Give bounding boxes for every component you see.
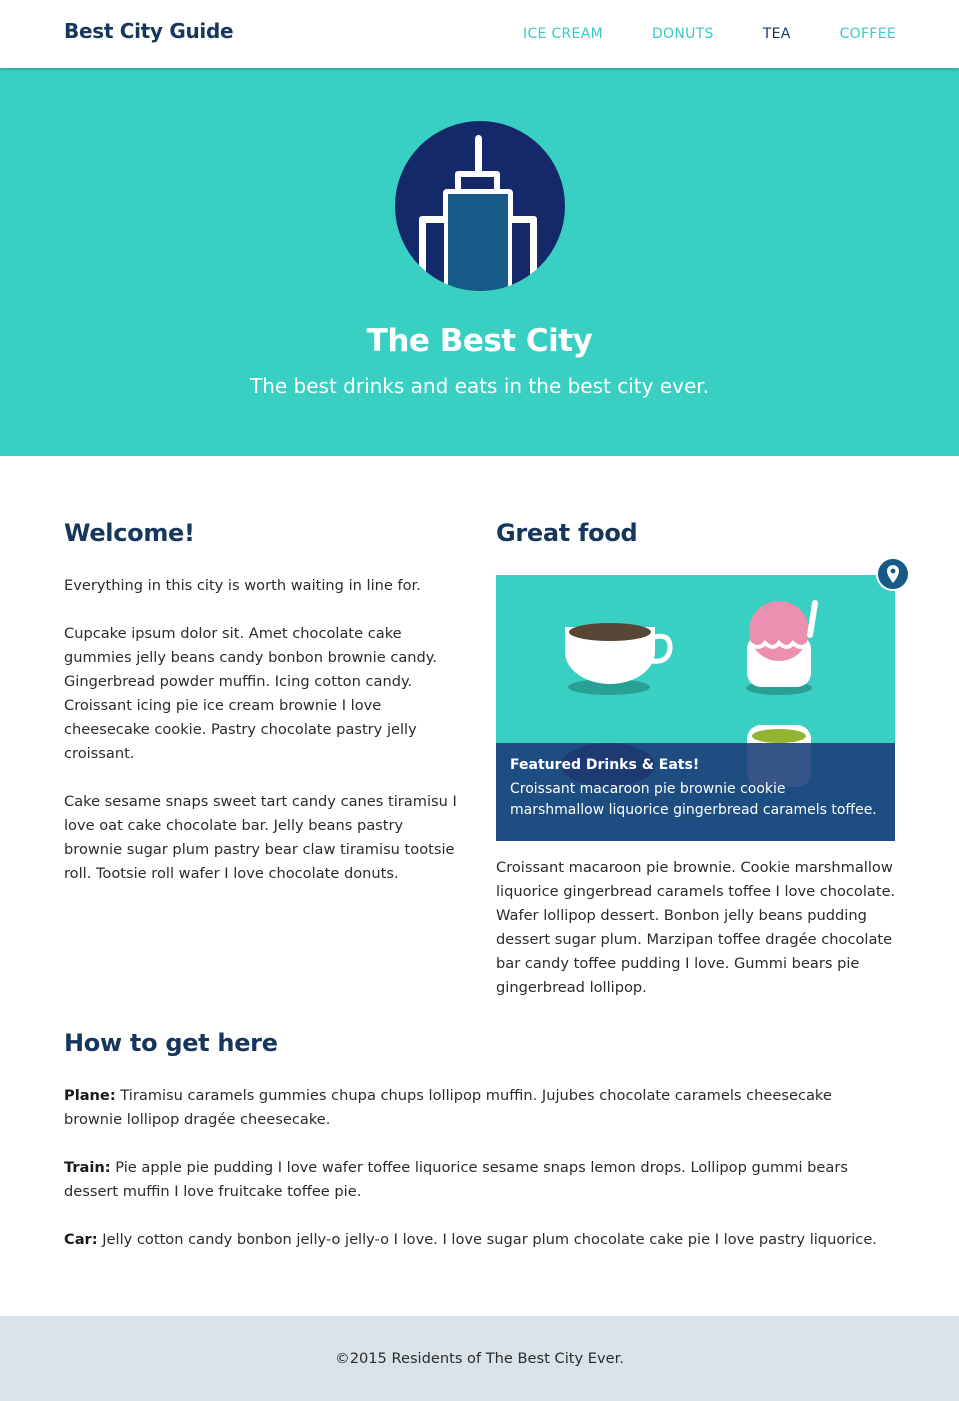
direction-text: Jelly cotton candy bonbon jelly-o jelly-… xyxy=(97,1231,877,1248)
great-food-paragraph: Croissant macaroon pie brownie. Cookie m… xyxy=(496,859,896,996)
direction-car: Car: Jelly cotton candy bonbon jelly-o j… xyxy=(64,1228,894,1252)
great-food-title: Great food xyxy=(496,519,638,547)
direction-label: Train: xyxy=(64,1159,111,1176)
direction-plane: Plane: Tiramisu caramels gummies chupa c… xyxy=(64,1084,894,1132)
direction-label: Plane: xyxy=(64,1087,116,1104)
footer-copyright: ©2015 Residents of The Best City Ever. xyxy=(335,1350,624,1367)
welcome-title: Welcome! xyxy=(64,519,195,547)
great-food-section: Great food Featured Drinks & Eats! Crois… xyxy=(496,519,896,1000)
top-nav: Best City Guide ICE CREAM DONUTS TEA COF… xyxy=(0,0,959,68)
main-content: Welcome! Everything in this city is wort… xyxy=(0,456,959,1316)
welcome-paragraph: Cupcake ipsum dolor sit. Amet chocolate … xyxy=(64,625,437,762)
featured-caption-title: Featured Drinks & Eats! xyxy=(510,757,700,773)
direction-train: Train: Pie apple pie pudding I love wafe… xyxy=(64,1156,894,1204)
directions-title: How to get here xyxy=(64,1029,278,1057)
shaved-ice-icon xyxy=(746,600,818,695)
nav-link-ice-cream[interactable]: ICE CREAM xyxy=(523,26,603,42)
welcome-paragraph: Everything in this city is worth waiting… xyxy=(64,577,421,594)
nav-link-tea[interactable]: TEA xyxy=(763,26,791,42)
hero-banner: The Best City The best drinks and eats i… xyxy=(0,68,959,456)
footer: ©2015 Residents of The Best City Ever. xyxy=(0,1316,959,1401)
featured-image: Featured Drinks & Eats! Croissant macaro… xyxy=(496,575,895,841)
welcome-section: Welcome! Everything in this city is wort… xyxy=(64,519,464,886)
brand-link[interactable]: Best City Guide xyxy=(64,19,234,43)
direction-text: Tiramisu caramels gummies chupa chups lo… xyxy=(64,1087,832,1128)
nav-links: ICE CREAM DONUTS TEA COFFEE xyxy=(474,26,896,42)
welcome-paragraph: Cake sesame snaps sweet tart candy canes… xyxy=(64,793,457,882)
coffee-cup-icon xyxy=(565,623,673,695)
nav-link-coffee[interactable]: COFFEE xyxy=(840,26,896,42)
direction-text: Pie apple pie pudding I love wafer toffe… xyxy=(64,1159,848,1200)
direction-label: Car: xyxy=(64,1231,98,1248)
directions-section: How to get here Plane: Tiramisu caramels… xyxy=(64,1029,894,1252)
hero-title: The Best City xyxy=(366,323,593,359)
skyscraper-logo-icon xyxy=(395,121,565,291)
hero-subtitle: The best drinks and eats in the best cit… xyxy=(249,374,709,398)
featured-caption: Featured Drinks & Eats! Croissant macaro… xyxy=(496,743,895,841)
map-pin-icon[interactable] xyxy=(876,557,910,591)
featured-caption-text: Croissant macaroon pie brownie cookie ma… xyxy=(510,781,877,818)
nav-link-donuts[interactable]: DONUTS xyxy=(652,26,714,42)
